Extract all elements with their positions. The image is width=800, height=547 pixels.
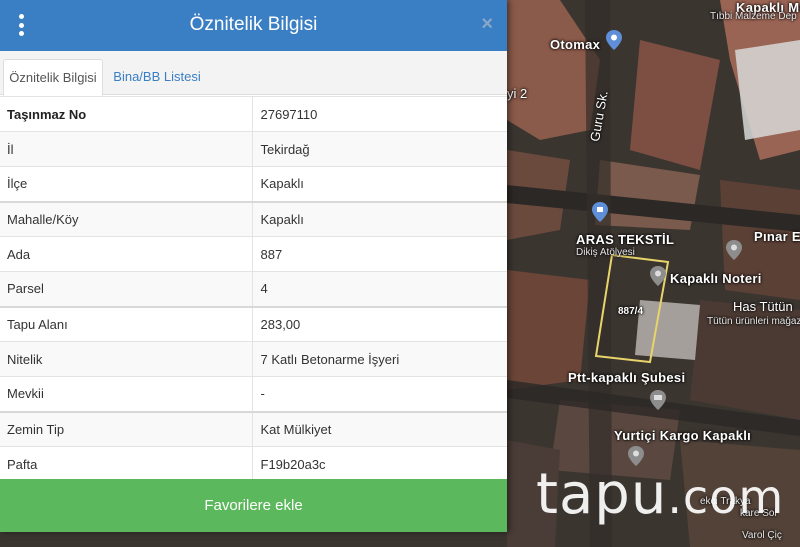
row-value: Kat Mülkiyet [252,410,507,447]
row-value: - [252,376,507,412]
map-label-noteri: Kapaklı Noteri [670,271,762,286]
row-key: İlçe [0,166,253,202]
row-key: İl [0,131,253,167]
table-row: Nitelik 7 Katlı Betonarme İşyeri [0,341,507,377]
map-label-has: Has Tütün [733,299,793,314]
table-row: Parsel 4 [0,271,507,307]
panel-title: Öznitelik Bilgisi [189,14,318,35]
row-key: Tapu Alanı [0,305,253,342]
row-value: F19b20a3c [252,446,507,482]
mail-pin-icon[interactable] [650,390,666,410]
tapu-watermark-logo: tapu.com [536,462,785,527]
row-key: Mahalle/Köy [0,200,253,237]
row-value: 7 Katlı Betonarme İşyeri [252,341,507,377]
table-row: Taşınmaz No 27697110 [0,96,507,132]
tab-bina-bb-listesi[interactable]: Bina/BB Listesi [107,59,207,96]
attribute-panel: Öznitelik Bilgisi × Öznitelik Bilgisi Bi… [0,0,507,532]
table-row: Zemin Tip Kat Mülkiyet [0,410,507,447]
table-row: Tapu Alanı 283,00 [0,305,507,342]
table-row: İlçe Kapaklı [0,166,507,202]
panel-header: Öznitelik Bilgisi × [0,0,507,51]
row-value: Kapaklı [252,200,507,237]
row-key: Pafta [0,446,253,482]
place-pin-icon[interactable] [726,240,742,260]
map-label-otomax: Otomax [550,37,601,52]
map-label-street: yi 2 [507,86,528,101]
map-label-pinar: Pınar E [754,229,800,244]
table-row: Pafta F19b20a3c [0,446,507,482]
row-key: Nitelik [0,341,253,377]
row-key: Mevkii [0,376,253,412]
add-to-favorites-button[interactable]: Favorilere ekle [0,479,507,532]
map-label-yurtici: Yurtiçi Kargo Kapaklı [614,428,752,443]
close-icon[interactable]: × [481,13,493,36]
row-value: 887 [252,236,507,272]
map-label-tutun: Tütün ürünleri mağaza [707,316,800,327]
row-value: 27697110 [252,96,507,132]
place-pin-icon[interactable] [650,266,666,286]
attribute-table: Taşınmaz No 27697110 İl Tekirdağ İlçe Ka… [0,96,507,482]
row-value: Kapaklı [252,166,507,202]
row-value: Tekirdağ [252,131,507,167]
row-value: 283,00 [252,305,507,342]
table-row: Ada 887 [0,236,507,272]
row-key: Ada [0,236,253,272]
tab-bar: Öznitelik Bilgisi Bina/BB Listesi [0,51,507,96]
row-value: 4 [252,271,507,307]
shopping-pin-icon[interactable] [592,202,608,222]
table-row: Mevkii - [0,376,507,412]
map-label-ptt: Ptt-kapaklı Şubesi [568,370,686,385]
map-label-tibbi: Tıbbi Malzeme Dep [710,11,797,22]
map-label-varol: Varol Çiç [742,530,782,541]
map-label-dikis: Dikiş Atölyesi [576,247,635,258]
map-label-parcel: 887/4 [618,306,644,317]
tab-oznitelik-bilgisi[interactable]: Öznitelik Bilgisi [3,59,103,96]
table-row: İl Tekirdağ [0,131,507,167]
row-key: Parsel [0,271,253,307]
row-key: Zemin Tip [0,410,253,447]
map-label-aras: ARAS TEKSTİL [576,232,675,247]
table-row: Mahalle/Köy Kapaklı [0,200,507,237]
row-key: Taşınmaz No [0,96,253,132]
map-pin-icon[interactable] [606,30,622,50]
